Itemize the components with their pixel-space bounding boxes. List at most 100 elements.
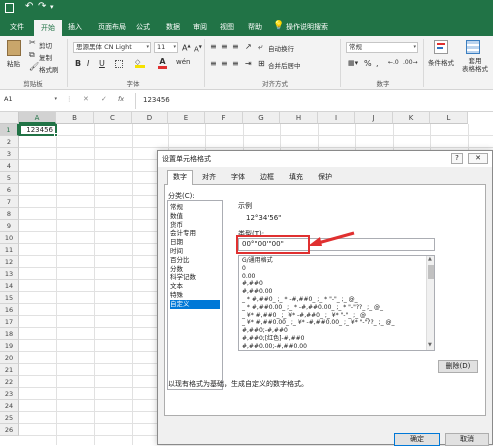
row-header-2[interactable]: 2	[0, 136, 19, 148]
bold-button[interactable]: B	[75, 59, 81, 68]
conditional-format-button[interactable]: 条件格式	[428, 57, 454, 67]
conditional-format-icon[interactable]	[434, 40, 448, 54]
row-header-13[interactable]: 13	[0, 268, 19, 280]
decrease-font-icon[interactable]: A▼	[194, 44, 202, 53]
category-item[interactable]: 百分比	[170, 256, 220, 265]
insert-function-button[interactable]: fx	[118, 95, 124, 103]
row-header-4[interactable]: 4	[0, 160, 19, 172]
category-item[interactable]: 特殊	[170, 291, 220, 300]
customize-qat-icon[interactable]: ▾	[50, 3, 54, 11]
category-item[interactable]: 科学记数	[170, 273, 220, 282]
format-item[interactable]: #,##0;-#,##0	[242, 327, 288, 335]
row-header-5[interactable]: 5	[0, 172, 19, 184]
format-item[interactable]: _ ¥* #,##0.00_ ;_ ¥* -#,##0.00_ ;_ ¥* "-…	[242, 319, 395, 327]
align-right-icon[interactable]: ≡	[232, 59, 239, 68]
wrap-text-icon[interactable]: ⤶	[258, 42, 262, 52]
formula-input[interactable]: 123456	[143, 96, 170, 104]
category-item[interactable]: 时间	[170, 247, 220, 256]
column-header-l[interactable]: L	[430, 112, 468, 124]
format-item[interactable]: #,##0.00;-#,##0.00	[242, 343, 307, 350]
align-bottom-icon[interactable]: ≡	[232, 42, 239, 51]
category-item[interactable]: 常规	[170, 203, 220, 212]
align-middle-icon[interactable]: ≡	[221, 42, 228, 51]
tab-home[interactable]: 开始	[34, 20, 62, 36]
row-header-6[interactable]: 6	[0, 184, 19, 196]
row-header-7[interactable]: 7	[0, 196, 19, 208]
category-item[interactable]: 自定义	[170, 299, 220, 309]
cut-button[interactable]: 剪切	[39, 40, 52, 50]
cell-a1[interactable]: 123456	[19, 124, 57, 136]
row-header-8[interactable]: 8	[0, 208, 19, 220]
font-name-select[interactable]: 思源黑体 CN Light ▾	[73, 42, 151, 53]
align-top-icon[interactable]: ≡	[210, 42, 217, 51]
delete-button[interactable]: 删除(D)	[438, 360, 478, 373]
category-list[interactable]: 常规 数值 货币 会计专用 日期 时间 百分比 分数 科学记数 文本 特殊 自定义	[167, 200, 223, 390]
confirm-entry-icon[interactable]: ✓	[101, 95, 107, 103]
category-item[interactable]: 会计专用	[170, 229, 220, 238]
column-header-a[interactable]: A	[19, 112, 56, 124]
column-header-k[interactable]: K	[393, 112, 430, 124]
decrease-decimal-icon[interactable]: .00→	[403, 59, 418, 66]
border-icon[interactable]	[115, 60, 123, 68]
copy-icon[interactable]: ⧉	[29, 50, 35, 60]
cancel-button[interactable]: 取消	[445, 433, 489, 446]
fill-handle[interactable]	[54, 133, 58, 137]
cut-icon[interactable]: ✂	[29, 38, 36, 48]
orientation-icon[interactable]: ↗	[245, 42, 252, 51]
row-header-16[interactable]: 16	[0, 304, 19, 316]
column-header-b[interactable]: B	[56, 112, 94, 124]
tab-font[interactable]: 字体	[225, 171, 251, 184]
format-item[interactable]: _ * #,##0.00_ ;_ * -#,##0.00_ ;_ * "-"??…	[242, 304, 383, 312]
format-painter-button[interactable]: 格式刷	[39, 64, 59, 74]
row-header-18[interactable]: 18	[0, 328, 19, 340]
category-item[interactable]: 日期	[170, 238, 220, 247]
tab-border[interactable]: 边框	[254, 171, 280, 184]
percent-icon[interactable]: %	[364, 59, 372, 68]
tab-formulas[interactable]: 公式	[132, 18, 154, 36]
row-header-3[interactable]: 3	[0, 148, 19, 160]
column-header-i[interactable]: I	[318, 112, 355, 124]
select-all-corner[interactable]	[0, 112, 19, 124]
tab-alignment[interactable]: 对齐	[196, 171, 222, 184]
format-item[interactable]: _ * #,##0_ ;_ * -#,##0_ ;_ * "-"_ ;_ @_	[242, 296, 358, 304]
redo-icon[interactable]: ↷	[38, 1, 46, 12]
wrap-text-button[interactable]: 自动换行	[268, 43, 294, 53]
format-painter-icon[interactable]: 🖌	[29, 62, 39, 72]
increase-font-icon[interactable]: A▲	[182, 43, 191, 53]
format-as-table-icon[interactable]	[466, 40, 480, 54]
save-icon[interactable]	[5, 3, 14, 13]
phonetic-icon[interactable]: wén	[176, 58, 190, 66]
tab-file[interactable]: 文件	[2, 18, 32, 36]
column-header-j[interactable]: J	[355, 112, 393, 124]
row-header-20[interactable]: 20	[0, 352, 19, 364]
category-item[interactable]: 数值	[170, 212, 220, 221]
tab-help[interactable]: 帮助	[244, 18, 266, 36]
row-header-24[interactable]: 24	[0, 400, 19, 412]
row-header-1[interactable]: 1	[0, 124, 19, 136]
paste-button[interactable]: 粘贴	[7, 58, 20, 68]
column-header-h[interactable]: H	[280, 112, 318, 124]
row-header-12[interactable]: 12	[0, 256, 19, 268]
help-button[interactable]: ?	[451, 153, 463, 164]
column-header-e[interactable]: E	[168, 112, 205, 124]
format-as-table-button[interactable]: 套用 表格格式	[462, 57, 488, 73]
column-header-c[interactable]: C	[94, 112, 132, 124]
merge-icon[interactable]: ⊞	[258, 59, 265, 68]
paste-icon[interactable]	[7, 40, 21, 56]
name-box[interactable]: A1 ▾	[2, 95, 60, 106]
tab-fill[interactable]: 填充	[283, 171, 309, 184]
format-item[interactable]: 0	[242, 265, 246, 273]
tell-me-search[interactable]: 操作说明搜索	[286, 18, 336, 36]
row-header-9[interactable]: 9	[0, 220, 19, 232]
column-header-d[interactable]: D	[132, 112, 168, 124]
category-item[interactable]: 文本	[170, 282, 220, 291]
font-size-select[interactable]: 11 ▾	[154, 42, 178, 53]
format-item[interactable]: #,##0	[242, 280, 263, 288]
row-header-26[interactable]: 26	[0, 424, 19, 436]
cancel-entry-icon[interactable]: ✕	[83, 95, 89, 103]
comma-style-icon[interactable]: ,	[376, 59, 379, 68]
undo-icon[interactable]: ↶	[25, 1, 33, 12]
row-header-17[interactable]: 17	[0, 316, 19, 328]
row-header-15[interactable]: 15	[0, 292, 19, 304]
ok-button[interactable]: 确定	[394, 433, 440, 446]
